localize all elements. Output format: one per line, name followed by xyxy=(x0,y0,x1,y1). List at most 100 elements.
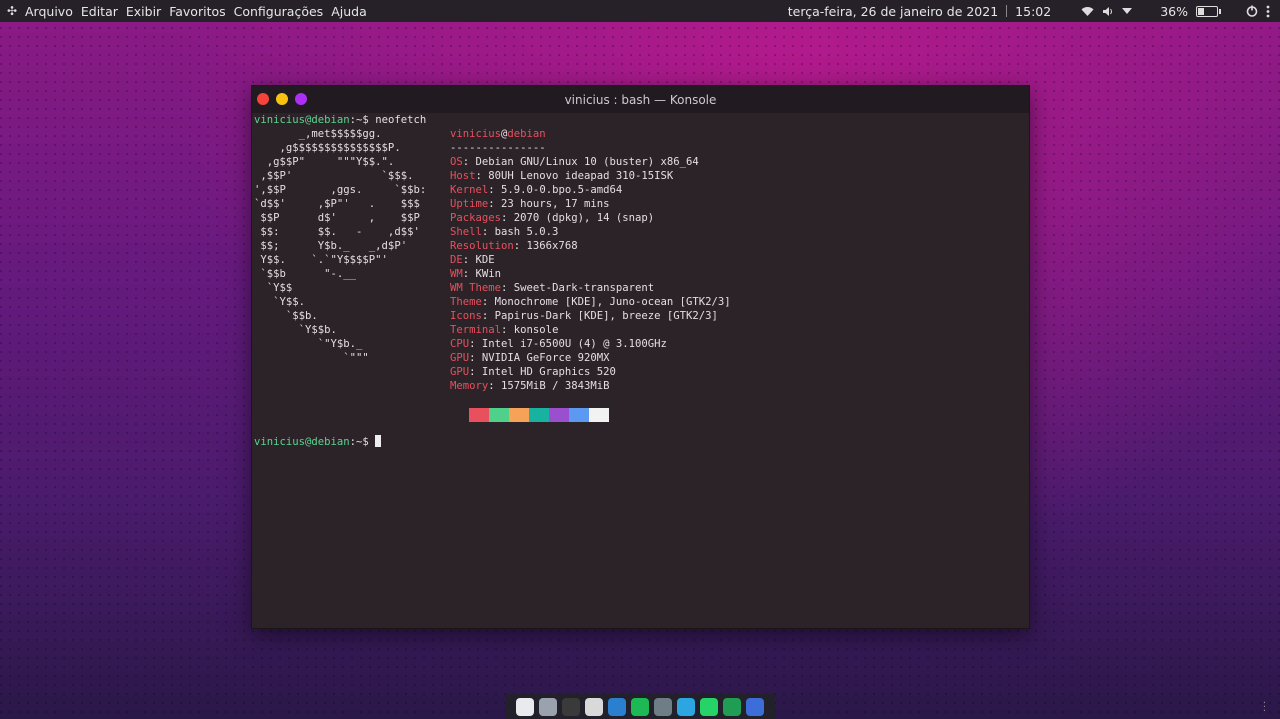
info-colon: : xyxy=(475,170,489,182)
info-value: Debian GNU/Linux 10 (buster) x86_64 xyxy=(475,156,699,168)
info-value: Monochrome [KDE], Juno-ocean [GTK2/3] xyxy=(494,296,731,308)
info-row: DE: KDE xyxy=(450,253,731,267)
info-row: GPU: Intel HD Graphics 520 xyxy=(450,365,731,379)
info-value: 1575MiB / 3843MiB xyxy=(501,380,610,392)
menu-arquivo[interactable]: Arquivo xyxy=(25,4,73,19)
info-colon: : xyxy=(462,268,476,280)
info-underline: --------------- xyxy=(450,142,546,154)
spotify-icon[interactable] xyxy=(631,697,649,716)
terminal-icon[interactable] xyxy=(562,697,580,716)
info-colon: : xyxy=(481,310,495,322)
info-value: KDE xyxy=(475,254,495,266)
maximize-button[interactable] xyxy=(295,93,307,105)
menu-editar[interactable]: Editar xyxy=(81,4,118,19)
prompt-user-host: vinicius@debian xyxy=(254,114,350,126)
clock-label[interactable]: 15:02 xyxy=(1015,4,1051,19)
info-row: OS: Debian GNU/Linux 10 (buster) x86_64 xyxy=(450,155,731,169)
telegram-icon[interactable] xyxy=(677,697,695,716)
info-colon: : xyxy=(462,254,476,266)
menu-favoritos[interactable]: Favoritos xyxy=(169,4,225,19)
info-key: DE xyxy=(450,254,463,266)
info-key: Terminal xyxy=(450,324,502,336)
battery-icon[interactable] xyxy=(1196,5,1221,17)
battery-percent[interactable]: 36% xyxy=(1160,4,1188,19)
info-value: Sweet-Dark-transparent xyxy=(513,282,655,294)
menu-bar: Arquivo Editar Exibir Favoritos Configur… xyxy=(25,4,367,19)
clock-separator xyxy=(1006,5,1008,17)
info-row: Host: 80UH Lenovo ideapad 310-15ISK xyxy=(450,169,731,183)
software-store-icon[interactable] xyxy=(585,697,603,716)
menu-ajuda[interactable]: Ajuda xyxy=(331,4,367,19)
close-button[interactable] xyxy=(257,93,269,105)
info-row: Resolution: 1366x768 xyxy=(450,239,731,253)
info-key: GPU xyxy=(450,352,470,364)
calculator-icon[interactable] xyxy=(654,697,672,716)
info-value: Papirus-Dark [KDE], breeze [GTK2/3] xyxy=(494,310,718,322)
system-tray: terça-feira, 26 de janeiro de 2021 15:02… xyxy=(788,4,1280,19)
command-line: vinicius@debian:~$ neofetch xyxy=(254,113,426,127)
info-row: Terminal: konsole xyxy=(450,323,731,337)
info-rows: OS: Debian GNU/Linux 10 (buster) x86_64 H… xyxy=(450,155,731,393)
color-swatch xyxy=(589,408,609,422)
info-value: NVIDIA GeForce 920MX xyxy=(481,352,610,364)
info-row: Icons: Papirus-Dark [KDE], breeze [GTK2/… xyxy=(450,309,731,323)
info-row: Uptime: 23 hours, 17 mins xyxy=(450,197,731,211)
info-value: KWin xyxy=(475,268,502,280)
window-titlebar[interactable]: vinicius : bash — Konsole xyxy=(252,86,1029,113)
info-value: 2070 (dpkg), 14 (snap) xyxy=(513,212,655,224)
info-colon: : xyxy=(501,324,514,336)
current-prompt-line: vinicius@debian:~$ xyxy=(254,435,382,449)
info-colon: : xyxy=(462,156,476,168)
color-swatch xyxy=(529,408,549,422)
dock xyxy=(505,694,775,719)
info-key: Resolution xyxy=(450,240,514,252)
info-key: Host xyxy=(450,170,476,182)
prompt-suffix: :~$ xyxy=(349,114,376,126)
info-colon: : xyxy=(488,380,502,392)
menu-configuracoes[interactable]: Configurações xyxy=(234,4,324,19)
color-swatch xyxy=(489,408,509,422)
tray-expand-icon[interactable] xyxy=(1122,8,1133,14)
volume-icon[interactable] xyxy=(1102,6,1114,17)
info-value: 5.9.0-0.bpo.5-amd64 xyxy=(501,184,623,196)
color-swatch xyxy=(469,408,489,422)
top-panel: ✣ Arquivo Editar Exibir Favoritos Config… xyxy=(0,0,1280,22)
kde-launcher-icon[interactable]: ✣ xyxy=(5,4,19,18)
info-colon: : xyxy=(501,282,514,294)
info-colon: : xyxy=(513,240,527,252)
info-value: Intel HD Graphics 520 xyxy=(481,366,616,378)
spreadsheet-icon[interactable] xyxy=(723,697,741,716)
document-icon[interactable] xyxy=(746,697,764,716)
files-icon[interactable] xyxy=(539,697,557,716)
vscode-icon[interactable] xyxy=(608,697,626,716)
date-label[interactable]: terça-feira, 26 de janeiro de 2021 xyxy=(788,4,998,19)
whatsapp-icon[interactable] xyxy=(700,697,718,716)
terminal-area[interactable]: vinicius@debian:~$ neofetch _,met$$$$$gg… xyxy=(252,113,1029,628)
info-value: Intel i7-6500U (4) @ 3.100GHz xyxy=(481,338,667,350)
info-user: vinicius xyxy=(450,128,502,140)
info-colon: : xyxy=(469,366,482,378)
info-row: CPU: Intel i7-6500U (4) @ 3.100GHz xyxy=(450,337,731,351)
info-row: WM Theme: Sweet-Dark-transparent xyxy=(450,281,731,295)
info-row: GPU: NVIDIA GeForce 920MX xyxy=(450,351,731,365)
info-key: WM Theme xyxy=(450,282,502,294)
info-key: CPU xyxy=(450,338,470,350)
text-cursor xyxy=(375,435,382,447)
info-value: 1366x768 xyxy=(526,240,578,252)
info-key: Kernel xyxy=(450,184,489,196)
battery-fill xyxy=(1198,7,1205,15)
desktop-options-icon[interactable]: · · · xyxy=(1263,699,1266,717)
info-value: 80UH Lenovo ideapad 310-15ISK xyxy=(488,170,674,182)
info-row: Kernel: 5.9.0-0.bpo.5-amd64 xyxy=(450,183,731,197)
menu-exibir[interactable]: Exibir xyxy=(126,4,161,19)
info-colon: : xyxy=(488,198,502,210)
chrome-icon[interactable] xyxy=(516,697,534,716)
info-colon: : xyxy=(481,296,495,308)
system-info: vinicius@debian --------------- OS: Debi… xyxy=(450,127,731,393)
info-key: Icons xyxy=(450,310,482,322)
power-icon[interactable] xyxy=(1246,5,1258,17)
wifi-icon[interactable] xyxy=(1081,6,1094,17)
minimize-button[interactable] xyxy=(276,93,288,105)
color-swatch xyxy=(569,408,589,422)
more-options-icon[interactable] xyxy=(1266,5,1270,18)
